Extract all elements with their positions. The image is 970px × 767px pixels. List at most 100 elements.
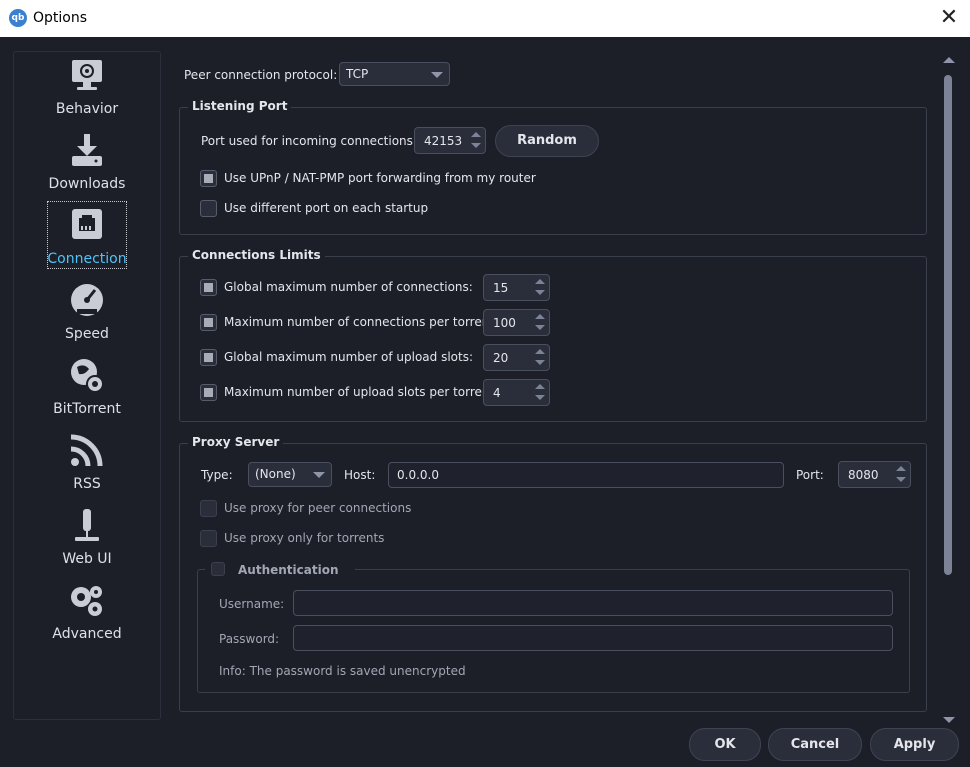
- proxy-server-title: Proxy Server: [188, 435, 284, 449]
- spin-down-icon[interactable]: [533, 393, 547, 404]
- sidebar-item-label: Behavior: [55, 101, 119, 117]
- proxy-port-value: 8080: [848, 468, 879, 482]
- spin-up-icon[interactable]: [894, 463, 908, 474]
- connection-settings-panel: Peer connection protocol: TCP Listening …: [166, 51, 942, 717]
- spinbox-value: 15: [493, 281, 509, 295]
- sidebar-item-downloads[interactable]: Downloads: [14, 132, 160, 204]
- password-input[interactable]: [293, 625, 893, 651]
- random-port-button[interactable]: Random: [495, 125, 599, 157]
- sidebar-item-label: RSS: [73, 476, 101, 492]
- download-icon: [72, 134, 102, 166]
- username-label: Username:: [219, 597, 285, 611]
- web-ui-icon: [75, 509, 99, 541]
- spin-down-icon[interactable]: [533, 358, 547, 369]
- sidebar-item-advanced[interactable]: Advanced: [14, 582, 160, 654]
- upnp-checkbox[interactable]: [200, 170, 217, 187]
- incoming-port-spinbox[interactable]: 42153: [414, 127, 486, 154]
- upload-slots-per-torrent-spinbox[interactable]: 4: [483, 379, 550, 406]
- proxy-host-value: 0.0.0.0: [397, 468, 439, 482]
- password-info-text: Info: The password is saved unencrypted: [219, 664, 466, 678]
- proxy-server-group: Proxy Server Type: (None) Host: 0.0.0.0 …: [179, 435, 927, 712]
- listening-port-title: Listening Port: [188, 99, 292, 113]
- spin-up-icon[interactable]: [533, 381, 547, 392]
- different-port-label: Use different port on each startup: [224, 201, 429, 215]
- spin-up-icon[interactable]: [533, 311, 547, 322]
- spin-down-icon[interactable]: [533, 323, 547, 334]
- spin-up-icon[interactable]: [469, 129, 483, 140]
- cancel-button[interactable]: Cancel: [768, 728, 862, 761]
- global-max-connections-spinbox[interactable]: 15: [483, 274, 550, 301]
- different-port-checkbox[interactable]: [200, 200, 217, 217]
- proxy-port-spinbox[interactable]: 8080: [838, 461, 911, 488]
- username-input[interactable]: [293, 590, 893, 616]
- vertical-scrollbar[interactable]: [942, 51, 956, 723]
- gears-icon: [71, 586, 102, 616]
- scroll-up-icon[interactable]: [943, 57, 955, 63]
- sidebar-item-bittorrent[interactable]: BitTorrent: [14, 357, 160, 429]
- connection-limits-group: Connections Limits Global maximum number…: [179, 248, 927, 422]
- sidebar: Behavior Downloads Connection Speed BitT…: [13, 51, 161, 720]
- max-connections-per-torrent-checkbox[interactable]: [200, 314, 217, 331]
- speedometer-icon: [71, 284, 103, 316]
- proxy-port-label: Port:: [796, 468, 824, 482]
- spin-up-icon[interactable]: [533, 346, 547, 357]
- spin-down-icon[interactable]: [894, 475, 908, 486]
- sidebar-item-behavior[interactable]: Behavior: [14, 57, 160, 129]
- sidebar-item-web-ui[interactable]: Web UI: [14, 507, 160, 579]
- sidebar-item-label: Connection: [47, 251, 127, 267]
- upload-slots-per-torrent-label: Maximum number of upload slots per torre…: [224, 385, 499, 399]
- proxy-type-select[interactable]: (None): [248, 462, 332, 487]
- spin-down-icon[interactable]: [533, 288, 547, 299]
- max-connections-per-torrent-spinbox[interactable]: 100: [483, 309, 550, 336]
- close-button[interactable]: ✕: [936, 5, 962, 31]
- proxy-peer-checkbox[interactable]: [200, 500, 217, 517]
- spin-up-icon[interactable]: [533, 276, 547, 287]
- sidebar-item-label: Downloads: [48, 176, 126, 192]
- proxy-type-label: Type:: [201, 468, 233, 482]
- spin-down-icon[interactable]: [469, 141, 483, 152]
- sidebar-item-label: Advanced: [52, 626, 122, 642]
- incoming-port-value: 42153: [424, 134, 463, 148]
- password-label: Password:: [219, 632, 280, 646]
- upload-slots-per-torrent-checkbox[interactable]: [200, 384, 217, 401]
- authentication-checkbox[interactable]: [211, 562, 225, 576]
- protocol-value: TCP: [346, 67, 369, 81]
- proxy-host-label: Host:: [344, 468, 376, 482]
- authentication-header: Authentication: [205, 560, 355, 580]
- sidebar-item-rss[interactable]: RSS: [14, 432, 160, 504]
- qbittorrent-logo-icon: qb: [9, 9, 27, 27]
- spinbox-value: 100: [493, 316, 516, 330]
- global-upload-slots-spinbox[interactable]: 20: [483, 344, 550, 371]
- incoming-port-label: Port used for incoming connections:: [201, 134, 417, 148]
- sidebar-item-label: Web UI: [62, 551, 112, 567]
- spinbox-value: 4: [493, 386, 501, 400]
- protocol-select[interactable]: TCP: [339, 62, 450, 86]
- sidebar-item-label: Speed: [65, 326, 109, 342]
- proxy-host-input[interactable]: 0.0.0.0: [388, 462, 784, 488]
- proxy-type-value: (None): [255, 467, 296, 481]
- max-connections-per-torrent-label: Maximum number of connections per torren…: [224, 315, 499, 329]
- apply-button[interactable]: Apply: [870, 728, 959, 761]
- proxy-torrents-checkbox[interactable]: [200, 530, 217, 547]
- sidebar-item-label: BitTorrent: [53, 401, 121, 417]
- global-max-connections-label: Global maximum number of connections:: [224, 280, 473, 294]
- global-upload-slots-label: Global maximum number of upload slots:: [224, 350, 474, 364]
- sidebar-item-connection[interactable]: Connection: [14, 201, 160, 279]
- global-max-connections-checkbox[interactable]: [200, 279, 217, 296]
- proxy-peer-label: Use proxy for peer connections: [224, 501, 412, 515]
- connection-limits-title: Connections Limits: [188, 248, 325, 262]
- scroll-down-icon[interactable]: [943, 717, 955, 723]
- rss-icon: [70, 434, 103, 467]
- ok-button[interactable]: OK: [689, 728, 761, 761]
- spinbox-value: 20: [493, 351, 509, 365]
- scroll-thumb[interactable]: [944, 75, 952, 575]
- network-port-icon: [72, 209, 102, 239]
- upnp-label: Use UPnP / NAT-PMP port forwarding from …: [224, 171, 536, 185]
- authentication-title: Authentication: [238, 563, 339, 577]
- sidebar-item-speed[interactable]: Speed: [14, 282, 160, 354]
- chevron-down-icon: [313, 472, 325, 478]
- global-upload-slots-checkbox[interactable]: [200, 349, 217, 366]
- options-window: Behavior Downloads Connection Speed BitT…: [0, 37, 970, 767]
- globe-gear-icon: [71, 359, 104, 393]
- chevron-down-icon: [431, 72, 443, 78]
